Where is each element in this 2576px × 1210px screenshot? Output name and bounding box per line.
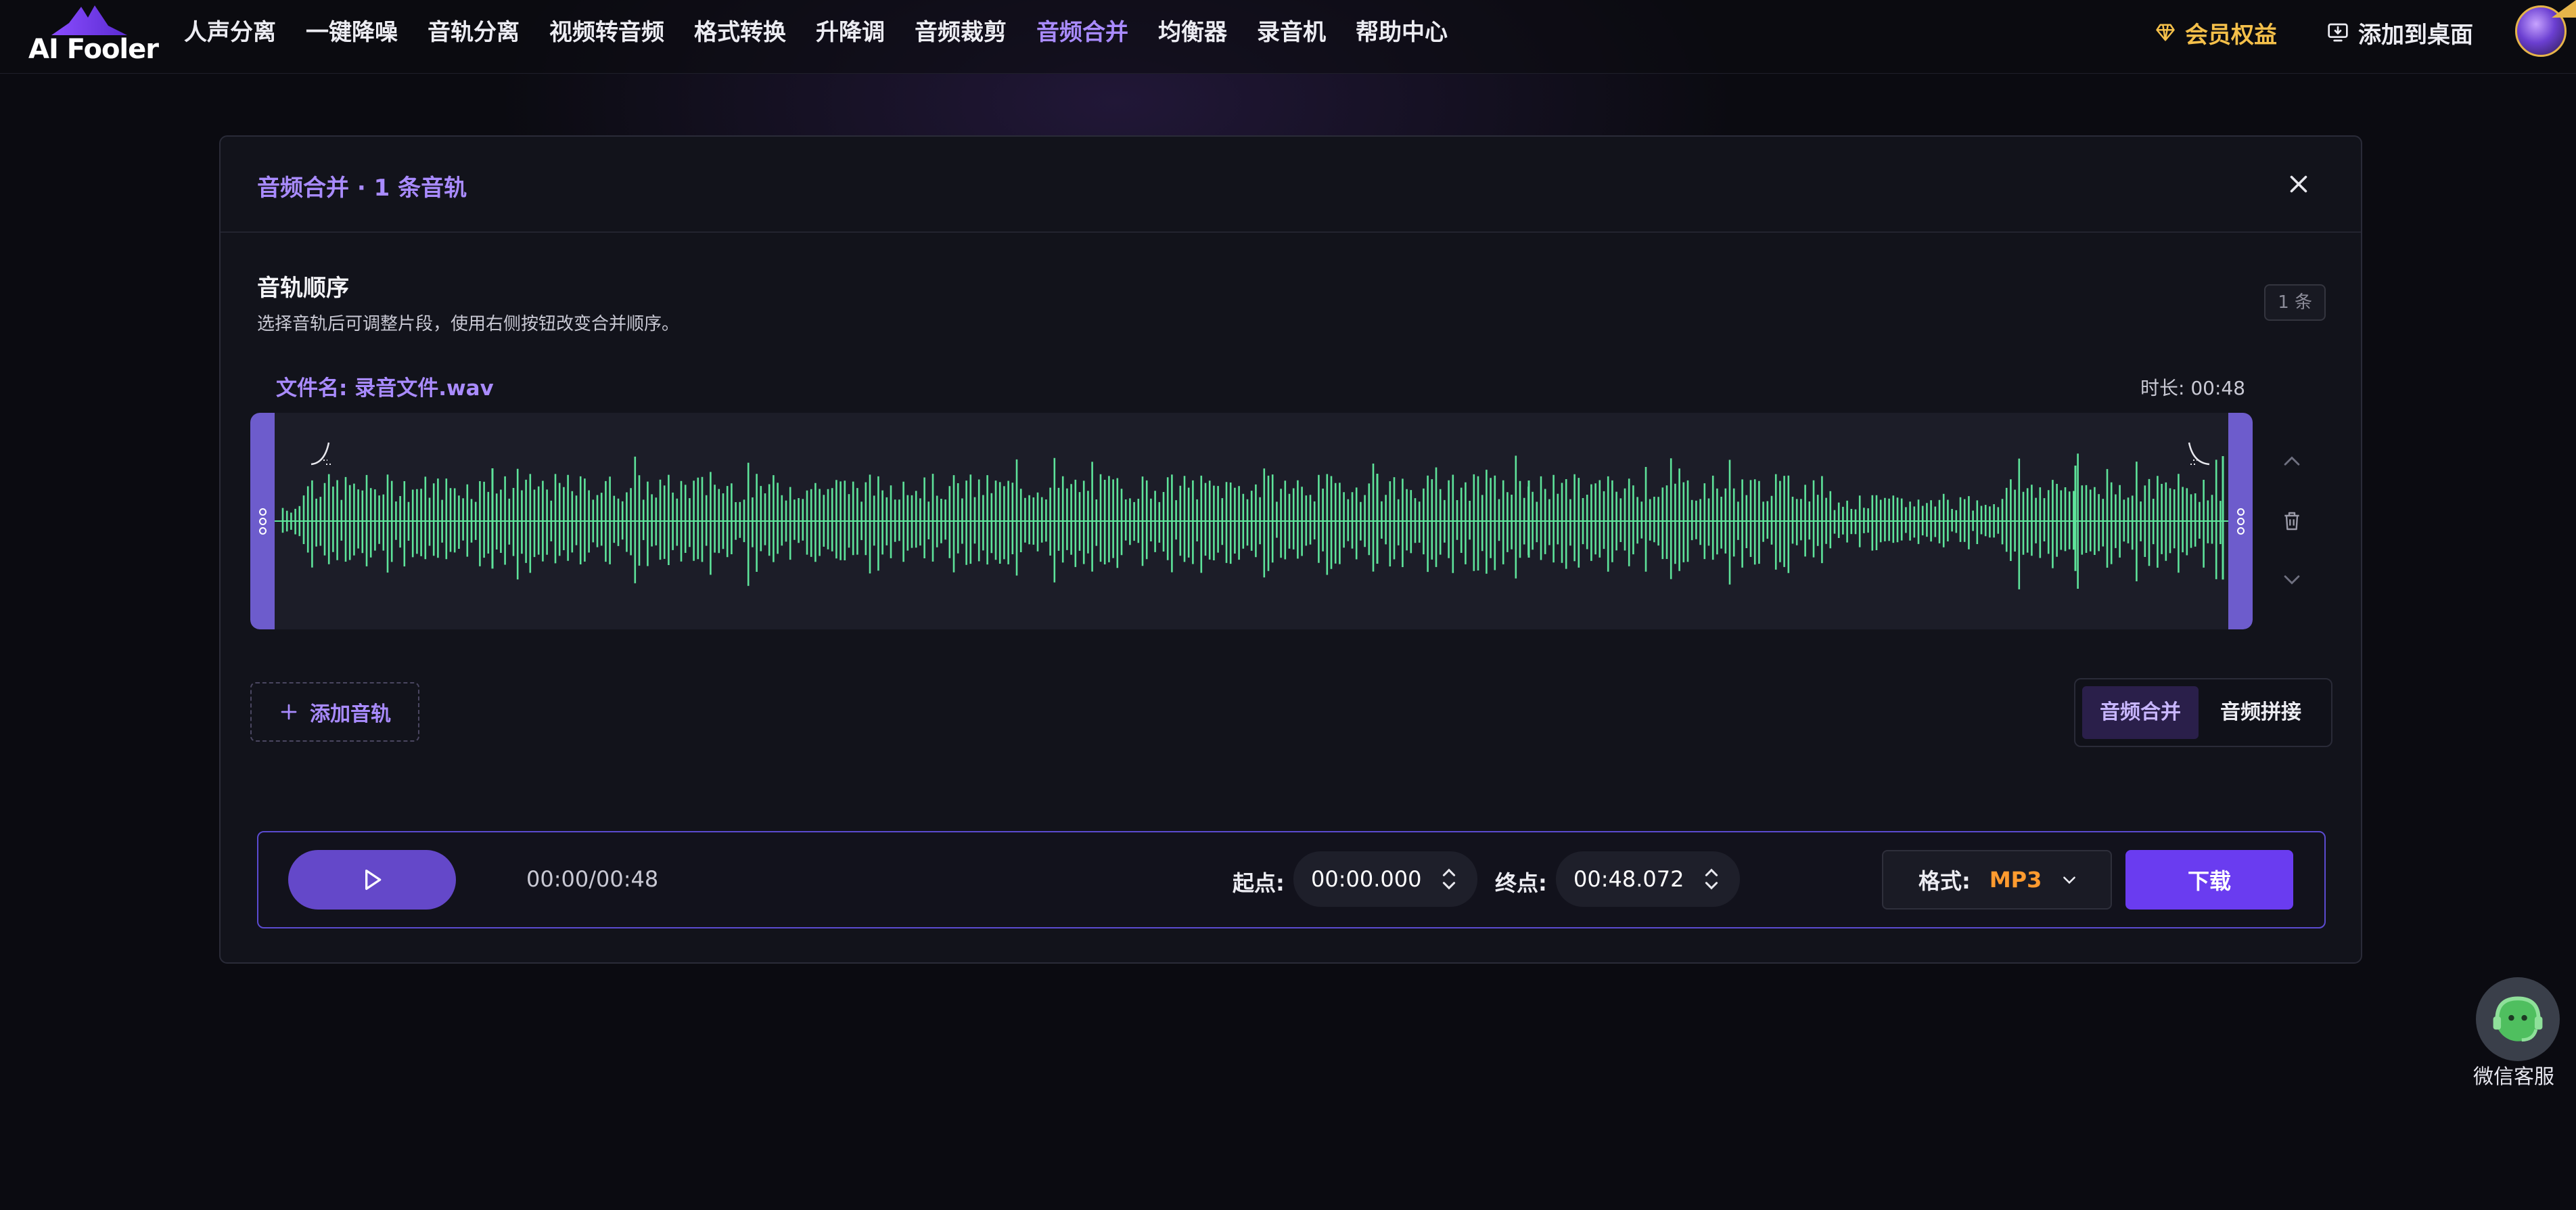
main-nav: 人声分离 一键降噪 音轨分离 视频转音频 格式转换 升降调 音频裁剪 音频合并 均衡器 录音机 帮助… — [184, 15, 1448, 50]
trash-icon — [2284, 512, 2299, 531]
section-description: 选择音轨后可调整片段，使用右侧按钮改变合并顺序。 — [257, 314, 680, 334]
play-button[interactable] — [288, 850, 456, 910]
playback-time: 00:00/00:48 — [526, 866, 659, 892]
chevron-down-icon — [2284, 575, 2300, 585]
nav-item-0[interactable]: 人声分离 — [184, 15, 276, 50]
vip-benefits-label: 会员权益 — [2185, 21, 2277, 49]
format-value: MP3 — [1989, 867, 2042, 893]
mode-merge-button[interactable]: 音频合并 — [2082, 686, 2199, 739]
merge-mode-toggle: 音频合并 音频拼接 — [2074, 678, 2332, 747]
track-waveform[interactable] — [250, 413, 2253, 629]
nav-item-5[interactable]: 升降调 — [816, 15, 885, 50]
start-time-input[interactable]: 00:00.000 — [1293, 851, 1477, 907]
chevron-down-icon — [2063, 876, 2076, 884]
drag-grip-icon — [258, 508, 267, 535]
play-icon — [365, 870, 382, 890]
track-duration: 时长: 00:48 — [2140, 377, 2246, 399]
nav-item-9[interactable]: 录音机 — [1257, 15, 1326, 50]
spinner-icon[interactable] — [1703, 866, 1720, 892]
logo[interactable]: AI Fooler — [28, 3, 159, 66]
panel-title: 音频合并 · 1 条音轨 — [257, 175, 467, 202]
add-to-desktop-label: 添加到桌面 — [2358, 21, 2473, 49]
nav-item-1[interactable]: 一键降噪 — [306, 15, 398, 50]
customer-service-icon — [2493, 996, 2543, 1042]
delete-track-button[interactable] — [2277, 506, 2307, 536]
end-time-value: 00:48.072 — [1573, 866, 1684, 892]
start-label: 起点: — [1233, 870, 1285, 896]
add-track-label: 添加音轨 — [310, 702, 391, 726]
top-navigation-bar: AI Fooler 人声分离 一键降噪 音轨分离 视频转音频 格式转换 升降调 音频裁剪 音频… — [0, 0, 2576, 74]
desktop-download-icon — [2328, 23, 2348, 42]
add-to-desktop-link[interactable]: 添加到桌面 — [2327, 15, 2473, 50]
section-title: 音轨顺序 — [257, 275, 349, 302]
trim-handle-left[interactable] — [250, 413, 275, 629]
track-file-name: 文件名: 录音文件.wav — [276, 376, 494, 401]
nav-item-3[interactable]: 视频转音频 — [549, 15, 664, 50]
player-bar: 00:00/00:48 起点: 00:00.000 终点: 00:48.072 … — [257, 831, 2326, 928]
diamond-icon — [2156, 24, 2175, 41]
wechat-service-label: 微信客服 — [2473, 1065, 2554, 1089]
spinner-icon[interactable] — [1441, 866, 1457, 892]
mode-concat-button[interactable]: 音频拼接 — [2203, 686, 2319, 739]
nav-item-6[interactable]: 音频裁剪 — [915, 15, 1007, 50]
wechat-service-button[interactable] — [2476, 977, 2560, 1061]
format-label: 格式: — [1918, 868, 1971, 894]
vip-benefits-link[interactable]: 会员权益 — [2155, 15, 2277, 50]
end-time-input[interactable]: 00:48.072 — [1556, 851, 1740, 907]
track-count-badge: 1 条 — [2264, 284, 2326, 321]
logo-wave-icon — [51, 5, 127, 35]
fade-in-icon[interactable] — [310, 440, 337, 467]
plus-icon — [281, 704, 297, 720]
merge-panel: 音频合并 · 1 条音轨 音轨顺序 选择音轨后可调整片段，使用右侧按钮改变合并顺… — [219, 135, 2362, 964]
fade-out-icon[interactable] — [2184, 440, 2211, 467]
drag-grip-icon — [2236, 508, 2245, 535]
end-label: 终点: — [1495, 870, 1547, 896]
move-up-button[interactable] — [2277, 447, 2307, 476]
download-button[interactable]: 下载 — [2125, 850, 2293, 910]
nav-item-8[interactable]: 均衡器 — [1158, 15, 1227, 50]
nav-item-10[interactable]: 帮助中心 — [1356, 15, 1448, 50]
chevron-up-icon — [2284, 456, 2300, 466]
add-track-button[interactable]: 添加音轨 — [250, 682, 419, 742]
waveform-graph — [275, 453, 2228, 589]
format-select[interactable]: 格式: MP3 — [1882, 850, 2112, 910]
start-time-value: 00:00.000 — [1311, 866, 1422, 892]
nav-item-2[interactable]: 音轨分离 — [428, 15, 520, 50]
close-icon — [2290, 175, 2307, 193]
move-down-button[interactable] — [2277, 564, 2307, 594]
trim-handle-right[interactable] — [2228, 413, 2253, 629]
nav-item-4[interactable]: 格式转换 — [694, 15, 786, 50]
nav-item-7[interactable]: 音频合并 — [1036, 15, 1128, 50]
close-button[interactable] — [2286, 172, 2311, 196]
panel-header: 音频合并 · 1 条音轨 — [221, 137, 2361, 233]
logo-text: AI Fooler — [28, 34, 159, 65]
